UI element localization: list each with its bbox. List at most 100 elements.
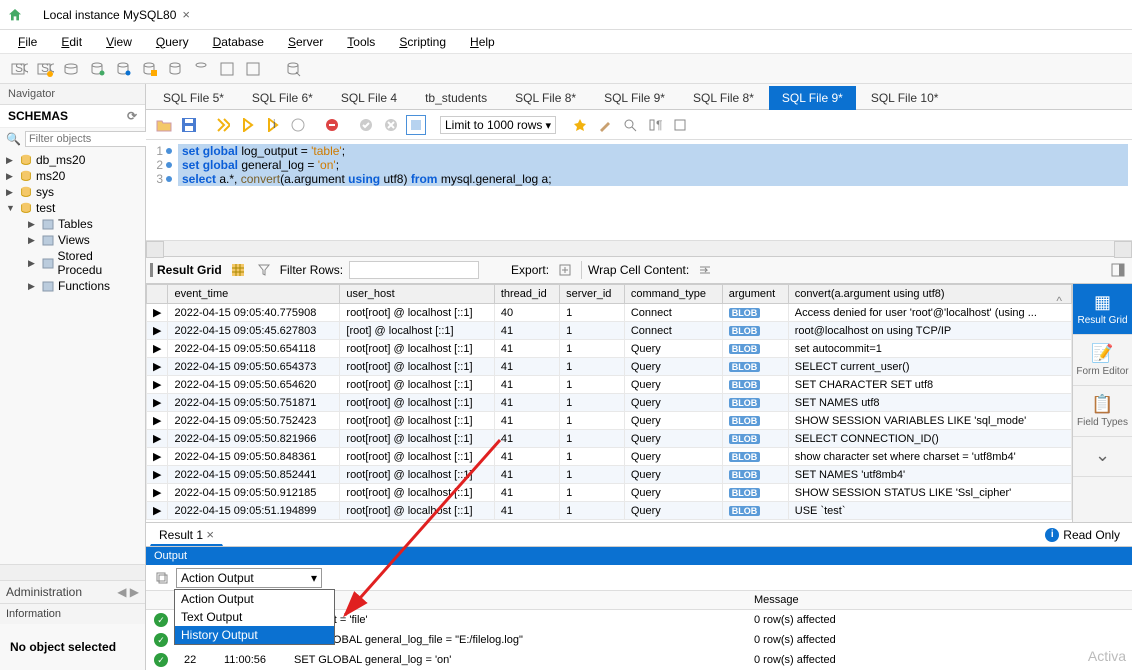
table-row[interactable]: ▶2022-04-15 09:05:50.821966root[root] @ … <box>147 430 1072 448</box>
autocommit-icon[interactable] <box>406 115 426 135</box>
open-file-icon[interactable] <box>154 115 174 135</box>
close-icon[interactable]: × <box>206 527 214 542</box>
db-icon-6[interactable] <box>216 58 238 80</box>
tree-db-sys[interactable]: ▶sys <box>4 184 141 200</box>
connection-tab[interactable]: Local instance MySQL80 × <box>32 2 201 27</box>
filter-icon[interactable] <box>254 260 274 280</box>
beautify-icon[interactable] <box>570 115 590 135</box>
column-header[interactable]: convert(a.argument using utf8) <box>788 285 1071 304</box>
table-row[interactable]: ▶2022-04-15 09:05:50.852441root[root] @ … <box>147 466 1072 484</box>
stop-icon[interactable] <box>288 115 308 135</box>
tree-db-ms20[interactable]: ▶ms20 <box>4 168 141 184</box>
column-header[interactable]: event_time <box>168 285 340 304</box>
menu-scripting[interactable]: Scripting <box>389 33 456 51</box>
filter-rows-input[interactable] <box>349 261 479 279</box>
output-row[interactable]: ✓2211:00:56SET GLOBAL general_log = 'on'… <box>146 650 1132 670</box>
menu-database[interactable]: Database <box>203 33 274 51</box>
tree-item-tables[interactable]: ▶Tables <box>26 216 141 232</box>
menu-server[interactable]: Server <box>278 33 333 51</box>
column-header[interactable]: server_id <box>560 285 625 304</box>
menu-help[interactable]: Help <box>460 33 505 51</box>
main-toolbar: SQL SQL <box>0 54 1132 84</box>
menu-file[interactable]: File <box>8 33 47 51</box>
sql-tab[interactable]: tb_students <box>412 86 500 110</box>
sql-tab[interactable]: SQL File 9* <box>769 86 856 110</box>
result-grid[interactable]: event_timeuser_hostthread_idserver_idcom… <box>146 284 1072 522</box>
table-row[interactable]: ▶2022-04-15 09:05:40.775908root[root] @ … <box>147 304 1072 322</box>
side-tool-more[interactable]: ⌄ <box>1073 437 1132 477</box>
column-header[interactable]: thread_id <box>494 285 559 304</box>
dropdown-option[interactable]: History Output <box>175 626 334 644</box>
table-row[interactable]: ▶2022-04-15 09:05:50.654373root[root] @ … <box>147 358 1072 376</box>
db-icon-7[interactable] <box>242 58 264 80</box>
sql-editor[interactable]: 1set global log_output = 'table';2set gl… <box>146 140 1132 240</box>
db-icon-1[interactable] <box>86 58 108 80</box>
find-icon[interactable] <box>620 115 640 135</box>
column-header[interactable]: user_host <box>340 285 494 304</box>
commit-icon[interactable] <box>356 115 376 135</box>
table-row[interactable]: ▶2022-04-15 09:05:50.654118root[root] @ … <box>147 340 1072 358</box>
side-tool-form-editor[interactable]: 📝Form Editor <box>1073 335 1132 386</box>
brush-icon[interactable] <box>595 115 615 135</box>
administration-tab[interactable]: Administration ◀ ▶ <box>0 580 145 603</box>
close-icon[interactable]: × <box>182 7 190 22</box>
sql-tab[interactable]: SQL File 10* <box>858 86 952 110</box>
wrap-cell-icon[interactable] <box>695 260 715 280</box>
explain-icon[interactable]: i <box>263 115 283 135</box>
rollback-icon[interactable] <box>381 115 401 135</box>
dropdown-option[interactable]: Text Output <box>175 608 334 626</box>
home-icon[interactable] <box>6 6 24 24</box>
execute-icon[interactable] <box>213 115 233 135</box>
cancel-icon[interactable] <box>322 115 342 135</box>
table-row[interactable]: ▶2022-04-15 09:05:50.848361root[root] @ … <box>147 448 1072 466</box>
sql-tab[interactable]: SQL File 4 <box>328 86 410 110</box>
menu-view[interactable]: View <box>96 33 142 51</box>
tree-db-db_ms20[interactable]: ▶db_ms20 <box>4 152 141 168</box>
panel-toggle-icon[interactable] <box>1108 260 1128 280</box>
tree-item-stored procedu[interactable]: ▶Stored Procedu <box>26 248 141 278</box>
column-header[interactable]: command_type <box>624 285 722 304</box>
menu-edit[interactable]: Edit <box>51 33 92 51</box>
side-tool-field-types[interactable]: 📋Field Types <box>1073 386 1132 437</box>
table-row[interactable]: ▶2022-04-15 09:05:50.654620root[root] @ … <box>147 376 1072 394</box>
wrap-icon[interactable] <box>670 115 690 135</box>
table-row[interactable]: ▶2022-04-15 09:05:50.912185root[root] @ … <box>147 484 1072 502</box>
sql-tab[interactable]: SQL File 8* <box>680 86 767 110</box>
limit-rows-dropdown[interactable]: Limit to 1000 rows ▾ <box>440 116 556 134</box>
sql-tab[interactable]: SQL File 8* <box>502 86 589 110</box>
db-icon-3[interactable] <box>138 58 160 80</box>
tree-db-test[interactable]: ▼test <box>4 200 141 216</box>
db-icon-5[interactable] <box>190 58 212 80</box>
open-inspector-icon[interactable] <box>60 58 82 80</box>
tree-item-functions[interactable]: ▶Functions <box>26 278 141 294</box>
menu-tools[interactable]: Tools <box>337 33 385 51</box>
sql-tab[interactable]: SQL File 9* <box>591 86 678 110</box>
information-tab[interactable]: Information <box>0 603 145 624</box>
refresh-icon[interactable]: ⟳ <box>127 109 137 123</box>
menu-query[interactable]: Query <box>146 33 199 51</box>
db-icon-4[interactable] <box>164 58 186 80</box>
editor-scrollbar[interactable] <box>146 240 1132 256</box>
tree-item-views[interactable]: ▶Views <box>26 232 141 248</box>
export-icon[interactable] <box>555 260 575 280</box>
result-tab-1[interactable]: Result 1 × <box>150 524 223 546</box>
side-tool-result-grid[interactable]: ▦Result Grid <box>1073 284 1132 335</box>
sql-tab[interactable]: SQL File 5* <box>150 86 237 110</box>
output-type-dropdown[interactable]: Action Output▾ <box>176 568 322 588</box>
sql-tab[interactable]: SQL File 6* <box>239 86 326 110</box>
execute-current-icon[interactable] <box>238 115 258 135</box>
table-row[interactable]: ▶2022-04-15 09:05:51.194899root[root] @ … <box>147 502 1072 520</box>
new-sql-tab-icon[interactable]: SQL <box>8 58 30 80</box>
table-row[interactable]: ▶2022-04-15 09:05:50.752423root[root] @ … <box>147 412 1072 430</box>
save-icon[interactable] <box>179 115 199 135</box>
column-header[interactable]: argument <box>722 285 788 304</box>
toggle-invisible-icon[interactable]: ¶ <box>645 115 665 135</box>
output-copy-icon[interactable] <box>152 568 172 588</box>
db-icon-8[interactable] <box>282 58 304 80</box>
table-row[interactable]: ▶2022-04-15 09:05:50.751871root[root] @ … <box>147 394 1072 412</box>
open-sql-icon[interactable]: SQL <box>34 58 56 80</box>
dropdown-option[interactable]: Action Output <box>175 590 334 608</box>
grid-icon[interactable] <box>228 260 248 280</box>
db-icon-2[interactable] <box>112 58 134 80</box>
table-row[interactable]: ▶2022-04-15 09:05:45.627803[root] @ loca… <box>147 322 1072 340</box>
